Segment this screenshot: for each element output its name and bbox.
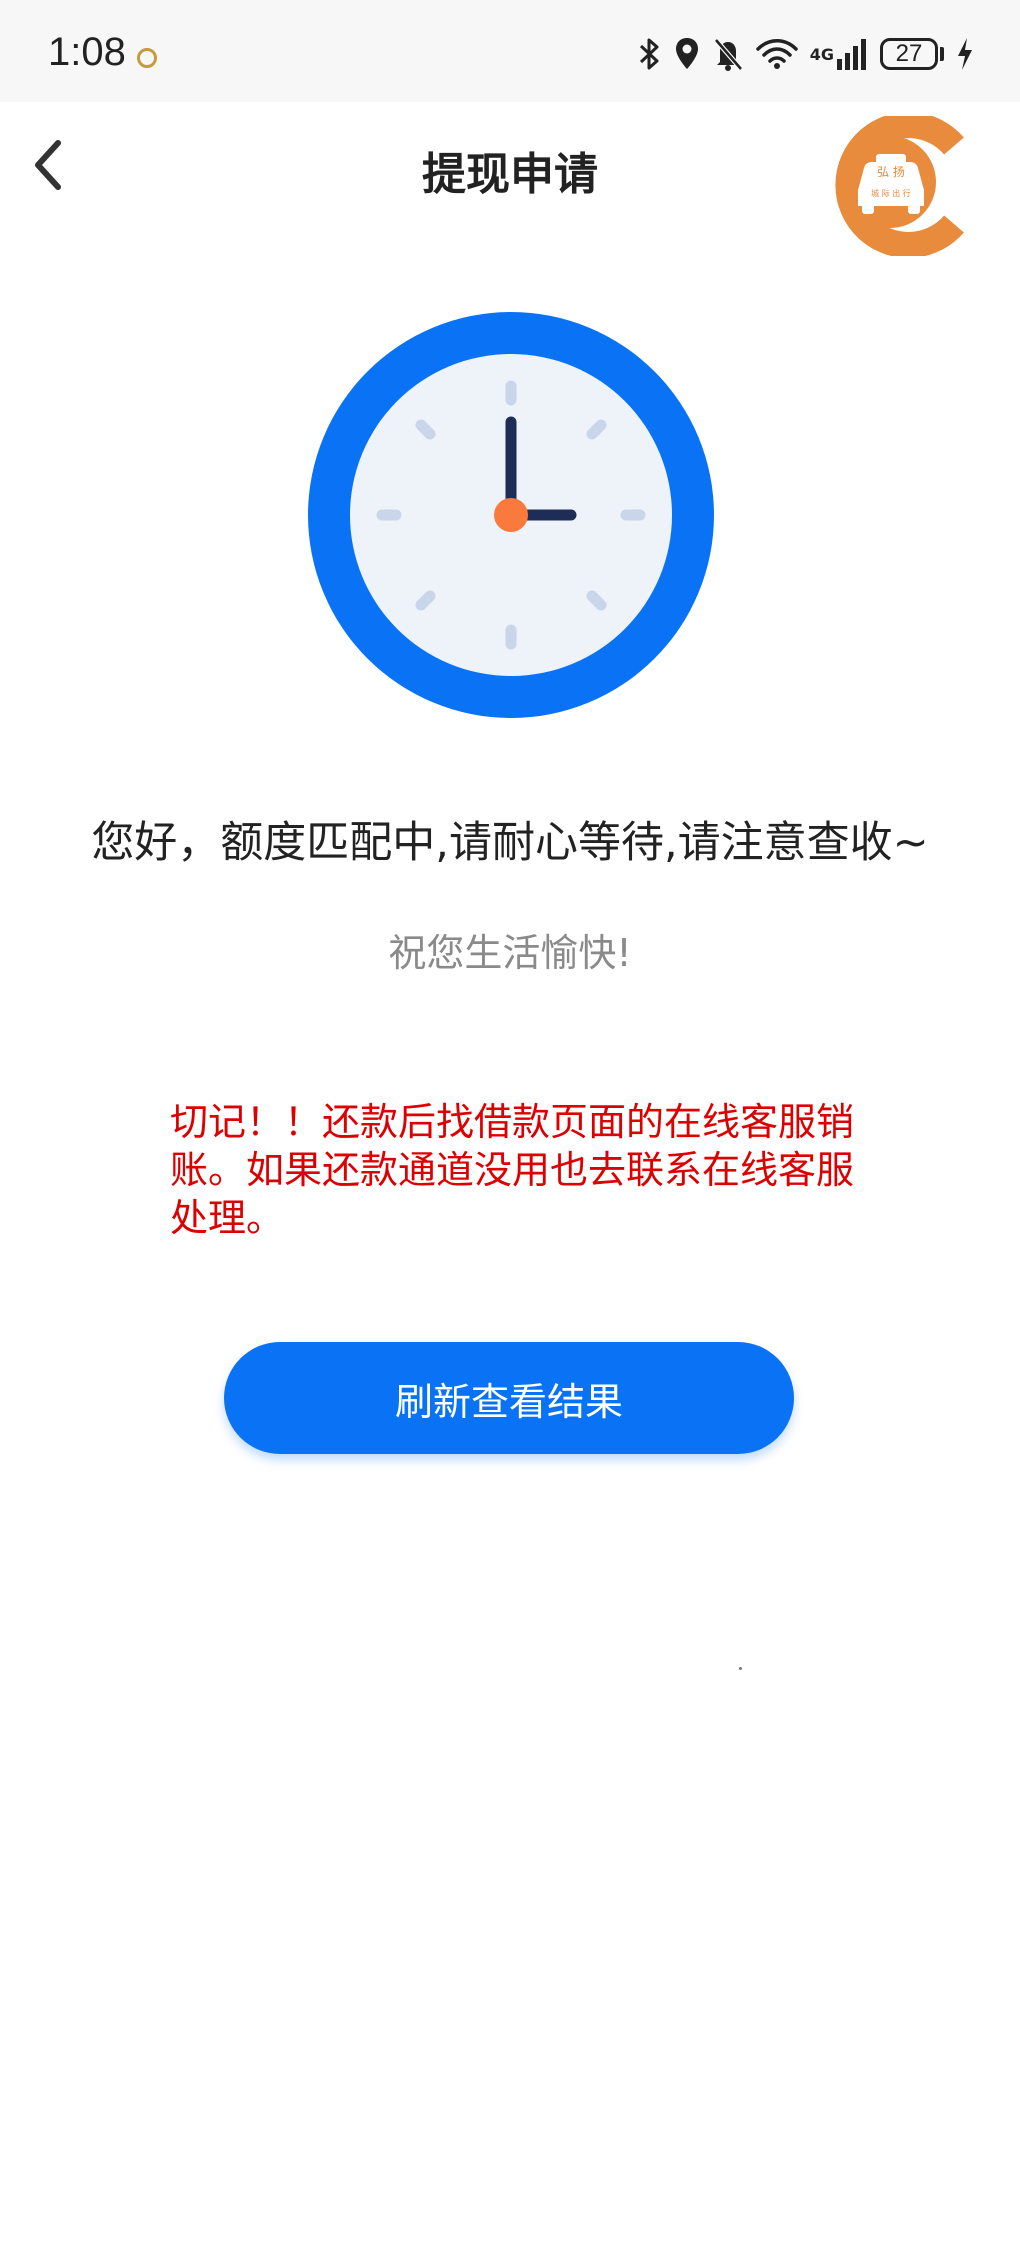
network-type-label: 4G — [809, 44, 834, 64]
app-screen: 1:08 4G 27 提现申请 弘 扬 城 际 出 行 您好，额度匹配中,请耐心… — [0, 0, 1020, 2250]
speck — [739, 1667, 742, 1670]
wifi-icon — [755, 37, 798, 71]
refresh-result-button[interactable]: 刷新查看结果 — [224, 1342, 794, 1454]
charging-icon — [956, 37, 974, 71]
bell-off-icon — [712, 36, 744, 72]
location-icon — [674, 36, 700, 72]
warning-text: 切记！！还款后找借款页面的在线客服销账。如果还款通道没用也去联系在线客服处理。 — [170, 1100, 855, 1240]
logo-text-bottom: 城 际 出 行 — [871, 188, 911, 198]
logo-text-top: 弘 扬 — [877, 164, 905, 179]
title-bar: 提现申请 弘 扬 城 际 出 行 — [0, 102, 1020, 256]
battery-icon: 27 — [880, 38, 944, 70]
status-time: 1:08 — [48, 30, 126, 74]
signal-icon: 4G — [810, 37, 868, 71]
bluetooth-icon — [638, 36, 662, 72]
brand-logo: 弘 扬 城 际 出 行 — [835, 116, 964, 256]
wish-text: 祝您生活愉快! — [388, 931, 632, 975]
status-message: 您好，额度匹配中,请耐心等待,请注意查收~ — [91, 818, 929, 868]
battery-level: 27 — [880, 38, 938, 70]
status-icons: 4G 27 — [626, 34, 974, 74]
clock-icon — [308, 312, 714, 718]
notification-icon — [137, 48, 157, 68]
status-bar: 1:08 4G 27 — [0, 0, 1020, 102]
